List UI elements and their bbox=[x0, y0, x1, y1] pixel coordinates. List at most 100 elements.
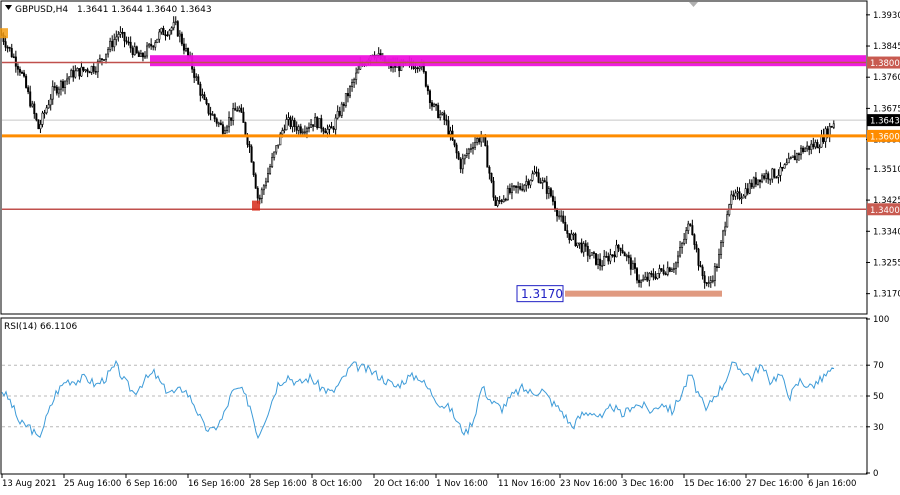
candle-body bbox=[158, 31, 161, 40]
candle-body bbox=[469, 148, 472, 150]
candle-body bbox=[752, 177, 755, 188]
candle-body bbox=[29, 91, 32, 107]
candle-body bbox=[355, 72, 358, 80]
candle-body bbox=[250, 146, 253, 163]
chart-canvas[interactable]: GBPUSD,H4 1.3641 1.3644 1.3640 1.3643 RS… bbox=[0, 0, 900, 491]
candle-body bbox=[793, 155, 796, 161]
candle-body bbox=[70, 70, 73, 78]
candle-body bbox=[326, 128, 329, 134]
candle-body bbox=[664, 273, 667, 275]
candle-body bbox=[152, 45, 155, 48]
candle-body bbox=[494, 196, 497, 206]
candle-body bbox=[597, 258, 600, 265]
candle-body bbox=[318, 118, 321, 129]
time-tick-label: 16 Sep 16:00 bbox=[188, 479, 245, 489]
candle-body bbox=[303, 131, 306, 134]
candle-body bbox=[244, 122, 247, 136]
candle-body bbox=[638, 279, 641, 283]
candle-body bbox=[709, 280, 712, 283]
candle-body bbox=[453, 139, 456, 146]
candle-body bbox=[353, 79, 356, 83]
candle-body bbox=[49, 98, 52, 106]
candle-body bbox=[797, 153, 800, 156]
candle-body bbox=[172, 22, 175, 29]
candle-body bbox=[213, 114, 216, 120]
candle-body bbox=[141, 52, 144, 58]
candle-body bbox=[307, 126, 310, 129]
candle-body bbox=[441, 112, 444, 115]
candle-body bbox=[234, 108, 237, 111]
candle-body bbox=[471, 146, 474, 149]
candle-body bbox=[193, 68, 196, 78]
candle-body bbox=[691, 225, 694, 236]
candle-body bbox=[201, 94, 204, 96]
time-tick-label: 6 Jan 16:00 bbox=[808, 479, 856, 489]
candle-body bbox=[580, 242, 583, 253]
candle-body bbox=[498, 200, 501, 202]
candle-body bbox=[590, 252, 593, 256]
candle-body bbox=[510, 185, 513, 194]
candle-body bbox=[687, 223, 690, 231]
candle-body bbox=[447, 120, 450, 135]
price-badge-label: 1.3400 bbox=[870, 206, 900, 216]
candle-body bbox=[529, 180, 532, 186]
candle-body bbox=[228, 117, 231, 128]
candle-body bbox=[277, 144, 280, 147]
candle-body bbox=[537, 172, 540, 183]
candle-body bbox=[633, 263, 636, 269]
candle-body bbox=[799, 147, 802, 156]
candle-body bbox=[195, 76, 198, 79]
candle-body bbox=[121, 31, 124, 34]
candle-body bbox=[305, 127, 308, 133]
candle-body bbox=[711, 280, 714, 282]
candle-body bbox=[53, 86, 56, 88]
price-axis: 1.39301.38451.37601.36751.35901.35101.34… bbox=[866, 11, 900, 300]
candle-body bbox=[478, 138, 481, 143]
candle-body bbox=[94, 71, 97, 73]
price-badge-label: 1.3600 bbox=[870, 132, 900, 142]
candle-body bbox=[314, 117, 317, 127]
chart-window[interactable]: GBPUSD,H4 1.3641 1.3644 1.3640 1.3643 RS… bbox=[0, 0, 900, 491]
candle-body bbox=[519, 186, 522, 190]
candle-body bbox=[578, 242, 581, 245]
candle-body bbox=[742, 195, 745, 199]
candle-body bbox=[37, 119, 40, 130]
candle-body bbox=[787, 158, 790, 164]
time-tick-label: 6 Sep 16:00 bbox=[126, 479, 177, 489]
candle-body bbox=[45, 107, 48, 114]
candle-body bbox=[791, 155, 794, 158]
candle-body bbox=[336, 110, 339, 119]
candle-body bbox=[16, 65, 19, 70]
candle-body bbox=[98, 58, 101, 62]
rsi-tick-label: 100 bbox=[873, 315, 889, 325]
candle-body bbox=[92, 66, 95, 72]
candle-body bbox=[601, 265, 604, 267]
candle-body bbox=[14, 56, 17, 67]
candle-body bbox=[215, 118, 218, 124]
candle-body bbox=[281, 130, 284, 135]
candle-body bbox=[832, 123, 835, 128]
candle-body bbox=[414, 67, 417, 70]
candle-body bbox=[293, 119, 296, 127]
time-tick-label: 23 Nov 16:00 bbox=[560, 479, 617, 489]
candle-body bbox=[240, 107, 243, 113]
candle-body bbox=[767, 173, 770, 180]
candle-body bbox=[783, 164, 786, 169]
candle-body bbox=[553, 201, 556, 210]
candle-body bbox=[445, 119, 448, 122]
candle-body bbox=[662, 269, 665, 274]
price-badge-label: 1.3643 bbox=[870, 117, 900, 127]
candle-body bbox=[707, 282, 710, 284]
candle-body bbox=[338, 110, 341, 116]
candle-body bbox=[500, 200, 503, 203]
candle-body bbox=[435, 103, 438, 106]
candle-body bbox=[351, 82, 354, 87]
candle-body bbox=[330, 126, 333, 129]
candle-body bbox=[166, 34, 169, 37]
price-tick-label: 1.3760 bbox=[873, 73, 900, 83]
time-tick-label: 27 Dec 16:00 bbox=[746, 479, 803, 489]
candle-body bbox=[582, 243, 585, 253]
candle-body bbox=[703, 275, 706, 283]
candle-body bbox=[724, 226, 727, 232]
candle-body bbox=[588, 255, 591, 257]
